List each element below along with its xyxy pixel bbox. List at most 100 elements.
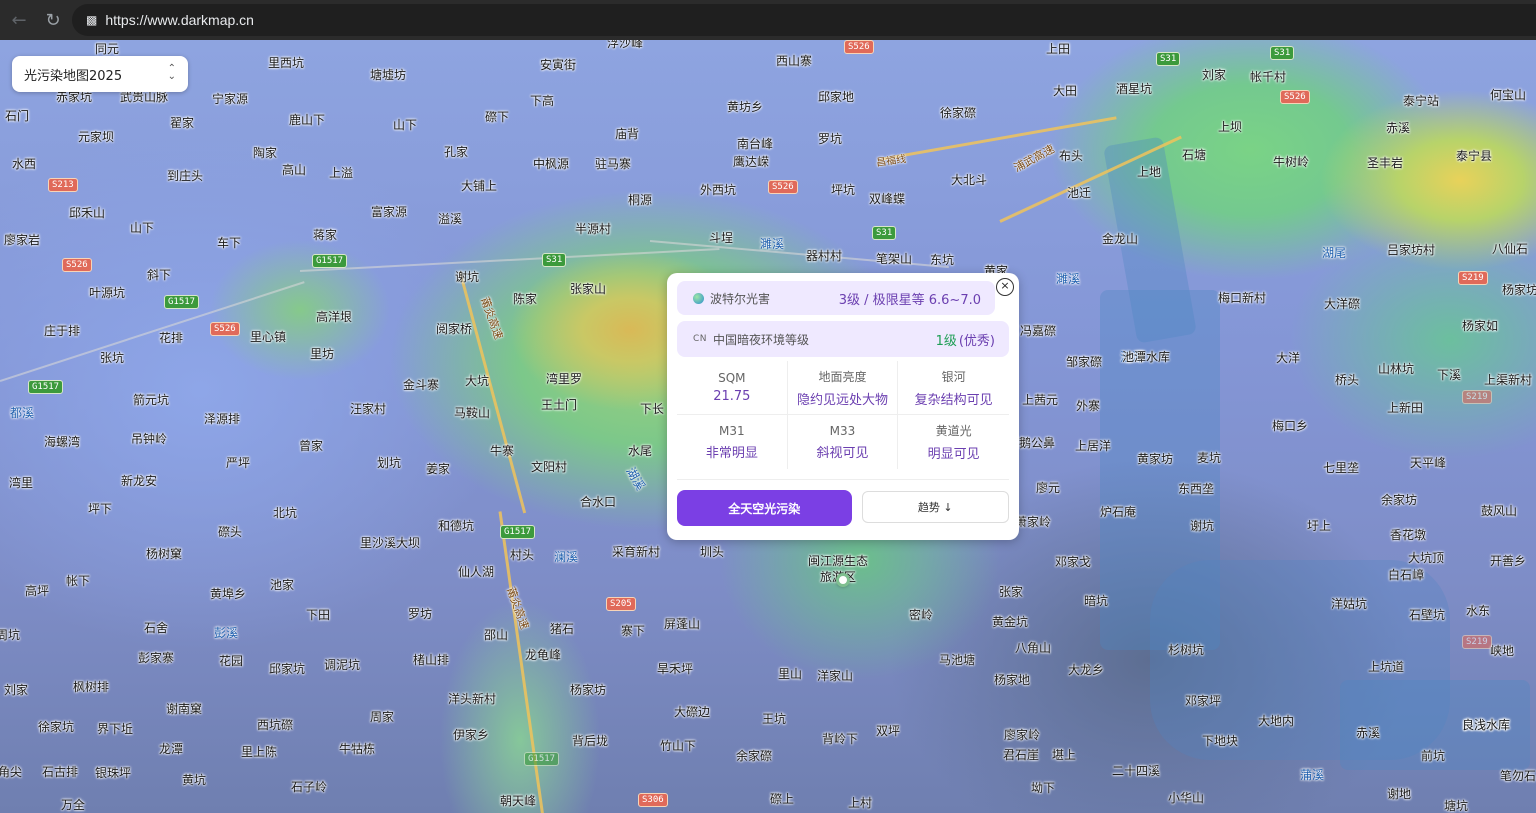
place-label: 八角山 xyxy=(1015,641,1052,655)
route-shield: S526 xyxy=(210,322,240,336)
place-label: 塘坑 xyxy=(1444,799,1469,813)
place-label: 周家 xyxy=(370,710,395,724)
place-label: 猪石 xyxy=(550,622,575,636)
place-label: 上居洋 xyxy=(1075,439,1112,453)
place-label: 海螺湾 xyxy=(44,435,81,449)
place-label: 上地 xyxy=(1137,165,1162,179)
reload-icon[interactable]: ↻ xyxy=(38,5,68,35)
place-label: 吊钟岭 xyxy=(131,432,168,446)
place-label: 枫树排 xyxy=(73,680,110,694)
route-shield: S526 xyxy=(1280,90,1310,104)
place-label: 东西垄 xyxy=(1178,482,1215,496)
place-label: 徐家坑 xyxy=(38,720,75,734)
place-label: 君石崖 xyxy=(1003,748,1040,762)
place-label: 浮沙峰 xyxy=(607,40,644,50)
stat-ground-brightness: 地面亮度 隐约见远处大物 xyxy=(787,361,899,415)
place-label: 布头 xyxy=(1059,149,1084,163)
place-label: 里坊 xyxy=(310,347,335,361)
water-label: 彭溪 xyxy=(214,626,239,640)
water-label: 湖尾 xyxy=(1322,246,1347,260)
cn-level-rating: (优秀) xyxy=(958,333,995,349)
place-label: 邓家戈 xyxy=(1055,555,1092,569)
place-label: 文阳村 xyxy=(531,460,568,474)
place-label: 八仙石 xyxy=(1492,242,1529,256)
place-label: 石子岭 xyxy=(291,780,328,794)
place-label: 下长 xyxy=(640,402,665,416)
back-arrow-icon[interactable]: ← xyxy=(4,5,34,35)
place-label: 姜家 xyxy=(426,462,451,476)
place-label: 池迁 xyxy=(1067,186,1092,200)
place-label: 开善乡 xyxy=(1490,554,1527,568)
place-label: 磜头 xyxy=(218,525,243,539)
site-info-icon[interactable]: ▩ xyxy=(86,13,97,27)
place-label: 坳下 xyxy=(1031,781,1056,795)
place-label: 麦坑 xyxy=(1197,451,1222,465)
place-label: 箭元坑 xyxy=(133,393,170,407)
route-shield: S219 xyxy=(1458,271,1488,285)
all-sky-pollution-button[interactable]: 全天空光污染 xyxy=(677,490,852,526)
location-marker[interactable] xyxy=(836,573,850,587)
place-label: 富家源 xyxy=(371,205,408,219)
place-label: 杨家坊 xyxy=(1502,283,1536,297)
url-text: https://www.darkmap.cn xyxy=(105,12,254,28)
place-label: 里西坑 xyxy=(268,56,305,70)
place-label: 王土门 xyxy=(541,398,578,412)
place-label: 石壁坑 xyxy=(1409,608,1446,622)
highway-label: 莆炎高速 xyxy=(503,585,532,632)
place-label: 堪上 xyxy=(1052,748,1077,762)
place-label: 吕家坊村 xyxy=(1387,243,1436,257)
place-label: 蒋家 xyxy=(313,228,338,242)
place-label: 二十四溪 xyxy=(1112,764,1161,778)
place-label: 杨家坊 xyxy=(570,683,607,697)
place-label: 邱家地 xyxy=(818,90,855,104)
trend-button[interactable]: 趋势 ↓ xyxy=(861,491,1009,523)
place-label: 泰宁站 xyxy=(1403,94,1440,108)
place-label: 张家 xyxy=(999,585,1024,599)
place-label: 天平峰 xyxy=(1410,456,1447,470)
place-label: 廖家岭 xyxy=(1004,728,1041,742)
map-layer-selector[interactable]: 光污染地图2025 ⌃ ⌄ xyxy=(12,56,188,92)
stat-value: 复杂结构可见 xyxy=(914,392,993,408)
place-label: 黄家坊 xyxy=(1137,452,1174,466)
place-label: 帐下 xyxy=(66,574,91,588)
route-shield: S31 xyxy=(1156,52,1181,66)
place-label: 山下 xyxy=(393,118,418,132)
place-label: 上渠新村 xyxy=(1484,373,1533,387)
stat-value: 明显可见 xyxy=(927,447,980,462)
place-label: 上溢 xyxy=(329,166,354,180)
place-label: 汪家村 xyxy=(350,402,387,416)
close-icon[interactable]: × xyxy=(996,278,1014,296)
place-label: 下地块 xyxy=(1202,734,1239,748)
place-label: 洋头新村 xyxy=(448,692,497,706)
stat-label: M31 xyxy=(719,423,745,438)
place-label: 陶家 xyxy=(253,146,278,160)
place-label: 石塘 xyxy=(1182,148,1207,162)
place-label: 双坪 xyxy=(876,724,901,738)
place-label: 东坑 xyxy=(930,253,955,267)
place-label: 谢坑 xyxy=(1190,519,1215,533)
place-label: 庄于排 xyxy=(44,324,81,338)
place-label: 寨下 xyxy=(621,624,646,638)
place-label: 暗坑 xyxy=(1084,594,1109,608)
place-label: 器村村 xyxy=(806,249,843,263)
place-label: 洋姑坑 xyxy=(1331,597,1368,611)
stat-milky-way: 银河 复杂结构可见 xyxy=(898,361,1009,415)
route-shield: G1517 xyxy=(28,380,64,394)
place-label: 高洋垠 xyxy=(316,310,353,324)
place-label: 大洋磜 xyxy=(1324,297,1361,311)
water-label: 濉溪 xyxy=(760,237,785,251)
address-bar[interactable]: ▩ https://www.darkmap.cn xyxy=(72,4,1536,36)
route-shield: G1517 xyxy=(524,752,560,766)
place-label: 邱禾山 xyxy=(69,206,106,220)
place-label: 驻马寨 xyxy=(595,157,632,171)
place-label: 下溪 xyxy=(1437,368,1462,382)
place-label: 冯嘉磜 xyxy=(1020,324,1057,338)
place-label: 旱禾坪 xyxy=(657,662,694,676)
place-label: 洋家山 xyxy=(817,669,854,683)
place-label: 圩上 xyxy=(1307,519,1332,533)
route-shield: S31 xyxy=(542,253,567,267)
sky-quality-grid: SQM 21.75 地面亮度 隐约见远处大物 银河 复杂结构可见 M31 非常明… xyxy=(677,361,1009,469)
place-label: 萧家岭 xyxy=(1015,515,1052,529)
place-label: 石舍 xyxy=(144,621,169,635)
place-label: 鼓风山 xyxy=(1481,504,1518,518)
